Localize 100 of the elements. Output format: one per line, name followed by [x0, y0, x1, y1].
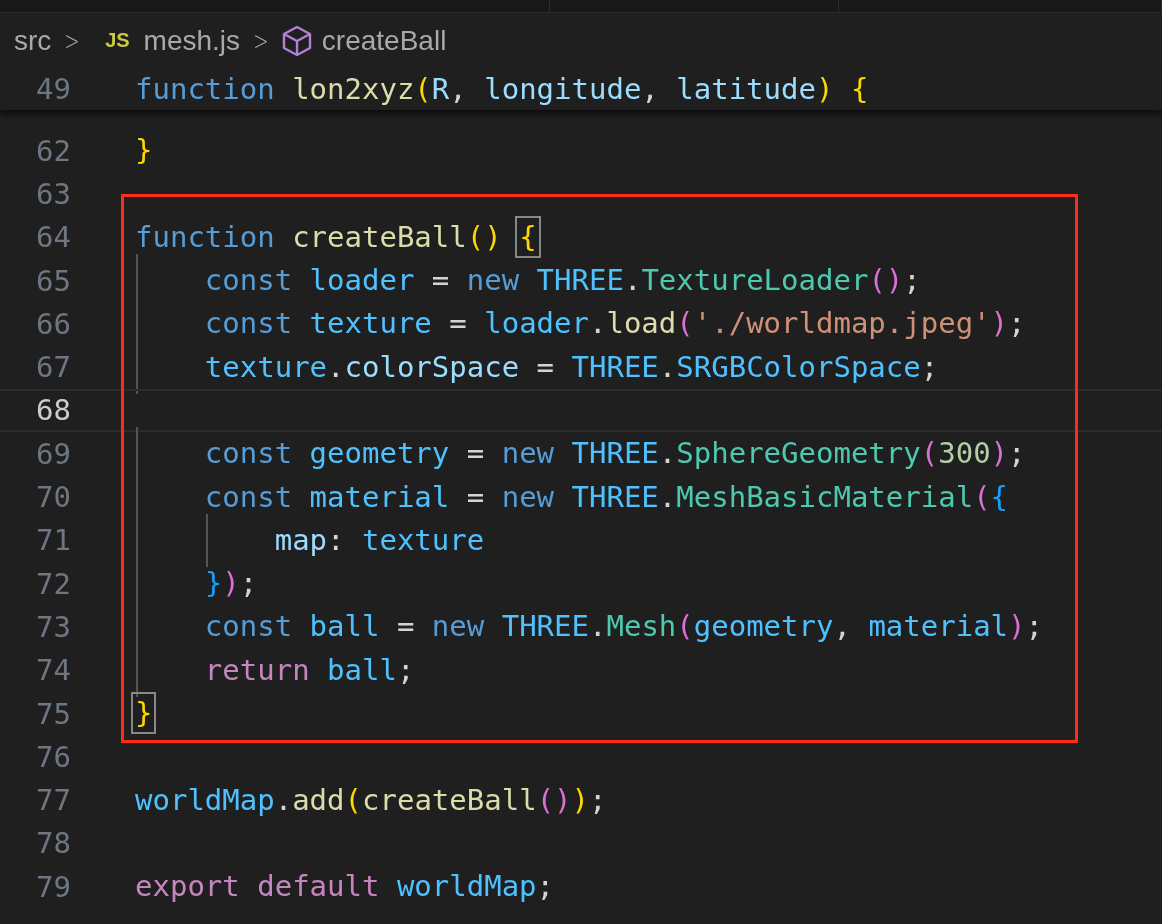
code-token: const: [203, 306, 294, 341]
code-token: worldMap: [396, 869, 537, 904]
code-token: }: [135, 133, 153, 168]
code-token: THREE: [571, 349, 659, 384]
code-token: load: [606, 306, 677, 341]
code-token: .: [327, 349, 345, 384]
code-token: ): [222, 566, 240, 601]
line-number: 73: [35, 609, 71, 644]
code-token: THREE: [501, 609, 589, 644]
code-token: ,: [641, 71, 660, 106]
js-file-icon: JS: [105, 29, 130, 52]
line-number: 65: [35, 263, 71, 298]
code-token: .: [658, 479, 677, 514]
code-token: texture: [203, 349, 328, 384]
code-token: ;: [1008, 306, 1026, 341]
code-token: ,: [449, 71, 468, 106]
code-token: (): [466, 219, 503, 254]
code-token: (: [344, 782, 362, 817]
line-number: 79: [35, 869, 71, 904]
code-token: ): [990, 436, 1009, 471]
code-token: geometry: [309, 436, 450, 471]
breadcrumb-separator: >: [64, 25, 80, 56]
code-token: const: [203, 263, 294, 298]
code-token: ball: [327, 652, 397, 687]
code-token: =: [430, 263, 451, 298]
code-token: ,: [833, 609, 852, 644]
code-token: latitude: [676, 71, 816, 106]
line-number: 49: [35, 72, 71, 106]
code-token: ;: [920, 349, 939, 384]
code-token: .: [623, 263, 642, 298]
code-token: createBall: [292, 219, 467, 254]
code-token: (: [676, 609, 694, 644]
code-token: function: [135, 219, 276, 254]
code-token: (: [920, 436, 939, 471]
code-token: loader: [484, 306, 589, 341]
code-token: ;: [1008, 436, 1026, 471]
code-token: texture: [362, 522, 485, 557]
code-token: lon2xyz: [292, 71, 415, 106]
code-token: const: [203, 609, 294, 644]
code-token: export default: [135, 869, 381, 904]
line-number: 64: [35, 220, 71, 255]
code-token: add: [292, 782, 345, 817]
code-token: .: [589, 609, 607, 644]
code-token: function: [135, 71, 276, 106]
code-token: .: [658, 436, 677, 471]
code-token: THREE: [571, 436, 659, 471]
code-token: SRGBColorSpace: [676, 349, 921, 384]
code-token: {: [850, 71, 869, 106]
code-token: =: [395, 609, 416, 644]
code-token: ): [1008, 609, 1026, 644]
code-token: TextureLoader: [641, 263, 869, 298]
code-token: .: [658, 349, 677, 384]
code-token: {: [990, 479, 1009, 514]
code-token: ball: [309, 609, 380, 644]
code-token: longitude: [484, 71, 642, 106]
code-token: (): [536, 782, 572, 817]
code-token: worldMap: [135, 782, 275, 817]
code-token: ;: [396, 652, 415, 687]
line-number: 75: [35, 696, 71, 731]
code-token: new: [431, 609, 486, 644]
code-token: Mesh: [606, 609, 677, 644]
breadcrumb-file[interactable]: mesh.js: [143, 24, 241, 57]
code-token: SphereGeometry: [676, 436, 921, 471]
code-token: map: [273, 522, 328, 557]
line-number: 74: [35, 653, 71, 688]
code-token: =: [535, 349, 556, 384]
code-token: =: [465, 436, 486, 471]
code-token: ;: [903, 263, 921, 298]
code-token: new: [466, 263, 521, 298]
line-number: 67: [35, 350, 71, 385]
code-token: MeshBasicMaterial: [676, 479, 974, 514]
breadcrumb-symbol[interactable]: createBall: [321, 24, 447, 57]
breadcrumb-separator: >: [253, 25, 269, 56]
line-number: 72: [35, 566, 71, 601]
code-token: :: [327, 522, 346, 557]
code-token: .: [274, 782, 293, 817]
code-token: THREE: [536, 263, 624, 298]
code-token: 300: [938, 436, 991, 471]
code-token: return: [203, 652, 311, 687]
code-token: loader: [309, 263, 415, 298]
line-number: 77: [35, 783, 71, 818]
line-number: 69: [35, 436, 71, 471]
breadcrumb-folder[interactable]: src: [14, 24, 52, 57]
code-token: ): [571, 782, 589, 817]
line-number: 76: [35, 739, 71, 774]
code-token: new: [501, 479, 556, 514]
cube-icon: [281, 24, 312, 57]
code-token: ;: [1025, 609, 1043, 644]
code-token: THREE: [571, 479, 659, 514]
code-token: (): [868, 263, 904, 298]
code-token: .: [589, 306, 607, 341]
line-number: 68: [35, 393, 71, 428]
line-number: 63: [35, 176, 71, 211]
line-number: 71: [35, 523, 71, 558]
code-token: './worldmap.jpeg': [693, 306, 991, 341]
code-token: R: [431, 71, 450, 106]
code-token: (: [414, 71, 432, 106]
line-number: 62: [35, 133, 71, 168]
code-token: material: [868, 609, 1009, 644]
code-token: =: [448, 306, 468, 341]
